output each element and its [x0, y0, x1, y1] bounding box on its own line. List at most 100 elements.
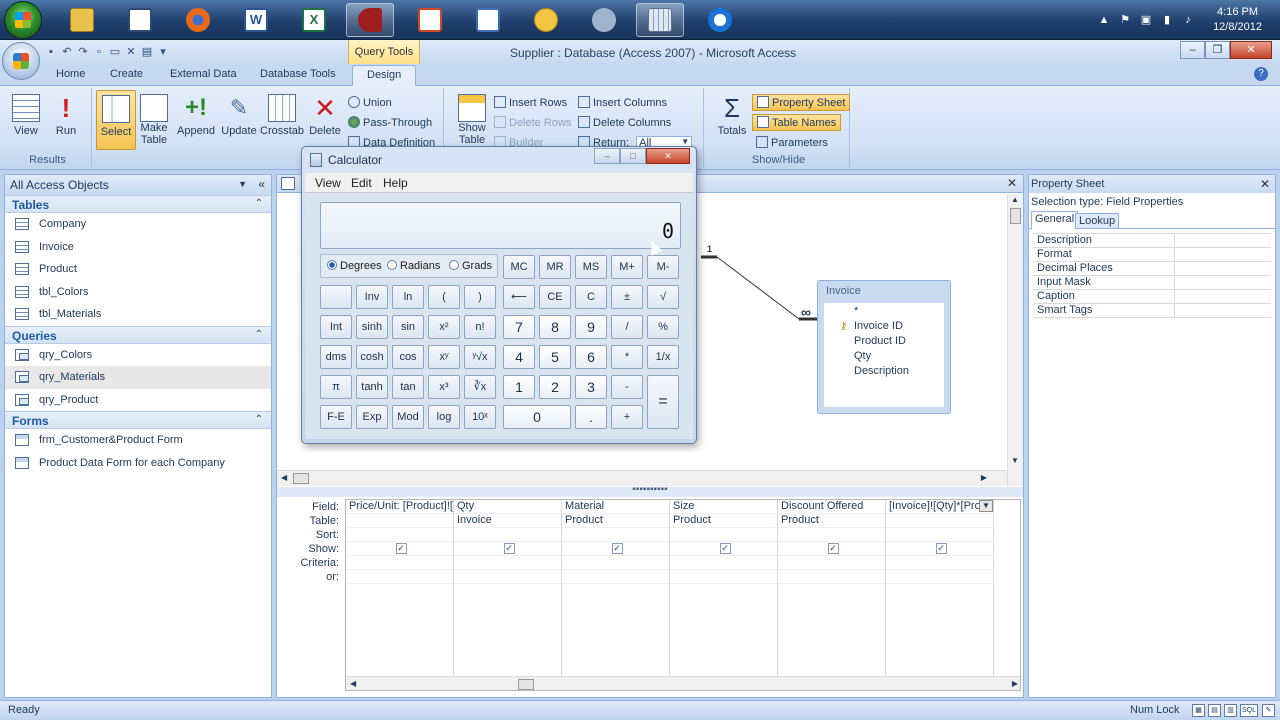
property-value[interactable] — [1175, 276, 1271, 289]
nav-form-product-data[interactable]: Product Data Form for each Company — [5, 452, 271, 475]
pi-button[interactable]: π — [320, 375, 352, 399]
nav-header[interactable]: All Access Objects ▼ « — [5, 175, 271, 195]
update-button[interactable]: ✎ Update — [218, 90, 260, 150]
query-doc-icon[interactable] — [281, 177, 295, 190]
grid-sort-cell[interactable] — [454, 528, 561, 542]
folder-icon[interactable]: ▭ — [108, 45, 122, 59]
collapse-up-icon[interactable]: ⌃ — [255, 329, 263, 340]
percent-button[interactable]: % — [647, 315, 679, 339]
taskbar-app-teamviewer[interactable] — [696, 3, 744, 37]
digit-8-button[interactable]: 8 — [539, 315, 571, 339]
nav-table-invoice[interactable]: Invoice — [5, 236, 271, 259]
sin-button[interactable]: sin — [392, 315, 424, 339]
digit-0-button[interactable]: 0 — [503, 405, 571, 429]
save-icon[interactable]: ▪ — [44, 45, 58, 59]
scroll-down-icon[interactable]: ▼ — [1011, 456, 1019, 465]
property-row-smart-tags[interactable]: Smart Tags — [1033, 304, 1271, 318]
taskbar-app-explorer[interactable] — [58, 3, 106, 37]
digit-5-button[interactable]: 5 — [539, 345, 571, 369]
show-table-button[interactable]: Show Table — [452, 90, 492, 150]
grid-column[interactable]: Price/Unit: [Product]![ ✓ — [346, 500, 454, 678]
grid-field-cell-active[interactable]: [Invoice]![Qty]*[Pro ▼ — [886, 500, 993, 514]
parameters-button[interactable]: Parameters — [756, 136, 828, 149]
field-invoice-id[interactable]: ⚷ Invoice ID — [824, 320, 944, 335]
digit-9-button[interactable]: 9 — [575, 315, 607, 339]
grid-sort-cell[interactable] — [670, 528, 777, 542]
design-view-icon[interactable]: ✎ — [1262, 704, 1275, 717]
y-root-button[interactable]: ʸ√x — [464, 345, 496, 369]
open-icon[interactable]: ▫ — [92, 45, 106, 59]
tan-button[interactable]: tan — [392, 375, 424, 399]
clock[interactable]: 4:16 PM 12/8/2012 — [1213, 5, 1262, 35]
customize-icon[interactable]: ▾ — [156, 45, 170, 59]
property-value[interactable] — [1175, 304, 1271, 317]
redo-icon[interactable]: ↷ — [76, 45, 90, 59]
log-button[interactable]: log — [428, 405, 460, 429]
grid-or-cell[interactable] — [670, 570, 777, 584]
nav-table-company[interactable]: Company — [5, 213, 271, 236]
taskbar-app-powerpoint[interactable] — [406, 3, 454, 37]
grid-sort-cell[interactable] — [778, 528, 885, 542]
fe-button[interactable]: F-E — [320, 405, 352, 429]
help-icon[interactable]: ? — [1254, 67, 1268, 81]
grid-criteria-cell[interactable] — [670, 556, 777, 570]
tab-general[interactable]: General — [1031, 211, 1079, 229]
delete-columns-button[interactable]: Delete Columns — [578, 116, 671, 129]
grid-table-cell[interactable]: Product — [562, 514, 669, 528]
nav-table-product[interactable]: Product — [5, 258, 271, 281]
field-description[interactable]: Description — [824, 365, 944, 380]
add-button[interactable]: + — [611, 405, 643, 429]
device-icon[interactable]: ▣ — [1139, 13, 1153, 27]
pane-splitter[interactable]: ▪▪▪▪▪▪▪▪▪▪ — [277, 485, 1023, 497]
radio-grads[interactable]: Grads — [449, 260, 492, 272]
property-row-caption[interactable]: Caption — [1033, 290, 1271, 304]
grid-criteria-cell[interactable] — [562, 556, 669, 570]
nav-query-product[interactable]: qry_Product — [5, 389, 271, 412]
close-document-icon[interactable]: ✕ — [1007, 176, 1017, 190]
radio-degrees[interactable]: Degrees — [327, 260, 382, 272]
property-row-decimal-places[interactable]: Decimal Places — [1033, 262, 1271, 276]
grid-column[interactable]: Qty Invoice ✓ — [454, 500, 562, 678]
clear-button[interactable]: C — [575, 285, 607, 309]
datasheet-view-icon[interactable]: ▦ — [1192, 704, 1205, 717]
ln-button[interactable]: ln — [392, 285, 424, 309]
show-checkbox[interactable]: ✓ — [935, 543, 947, 554]
grid-field-cell[interactable]: Qty — [454, 500, 561, 514]
grid-column[interactable]: Material Product ✓ — [562, 500, 670, 678]
property-value[interactable] — [1175, 290, 1271, 303]
tool-icon[interactable]: ✕ — [124, 45, 138, 59]
insert-rows-button[interactable]: Insert Rows — [494, 96, 567, 109]
sql-view-icon[interactable]: SQL — [1240, 704, 1258, 717]
nav-category-tables[interactable]: Tables ⌃ — [5, 195, 271, 213]
backspace-button[interactable]: ⟵ — [503, 285, 535, 309]
property-value[interactable] — [1175, 234, 1271, 247]
grid-field-cell[interactable]: Price/Unit: [Product]![ — [346, 500, 453, 514]
taskbar-app-calculator[interactable] — [636, 3, 684, 37]
digit-1-button[interactable]: 1 — [503, 375, 535, 399]
crosstab-button[interactable]: Crosstab — [260, 90, 304, 150]
grid-criteria-cell[interactable] — [886, 556, 993, 570]
nav-category-queries[interactable]: Queries ⌃ — [5, 325, 271, 344]
m-minus-button[interactable]: M- — [647, 255, 679, 279]
nav-menu-chevron-icon[interactable]: ▼ — [238, 179, 247, 189]
digit-7-button[interactable]: 7 — [503, 315, 535, 339]
nav-category-forms[interactable]: Forms ⌃ — [5, 411, 271, 429]
diagram-vertical-scrollbar[interactable]: ▲ ▼ — [1007, 194, 1023, 486]
grid-table-cell[interactable] — [886, 514, 993, 528]
cube-root-button[interactable]: ∛x — [464, 375, 496, 399]
minimize-button[interactable]: – — [1180, 41, 1205, 59]
menu-view[interactable]: View — [315, 176, 341, 190]
blank-button[interactable] — [320, 285, 352, 309]
grid-or-cell[interactable] — [886, 570, 993, 584]
property-value[interactable] — [1175, 248, 1271, 261]
taskbar-app-outlook[interactable] — [522, 3, 570, 37]
undo-icon[interactable]: ↶ — [60, 45, 74, 59]
field-all[interactable]: * — [824, 305, 944, 320]
int-button[interactable]: Int — [320, 315, 352, 339]
decimal-button[interactable]: . — [575, 405, 607, 429]
grid-or-cell[interactable] — [454, 570, 561, 584]
pass-through-button[interactable]: Pass-Through — [348, 116, 432, 129]
taskbar-app-notebook[interactable] — [464, 3, 512, 37]
signal-icon[interactable]: ▮ — [1160, 13, 1174, 27]
taskbar-app-firefox[interactable] — [174, 3, 222, 37]
